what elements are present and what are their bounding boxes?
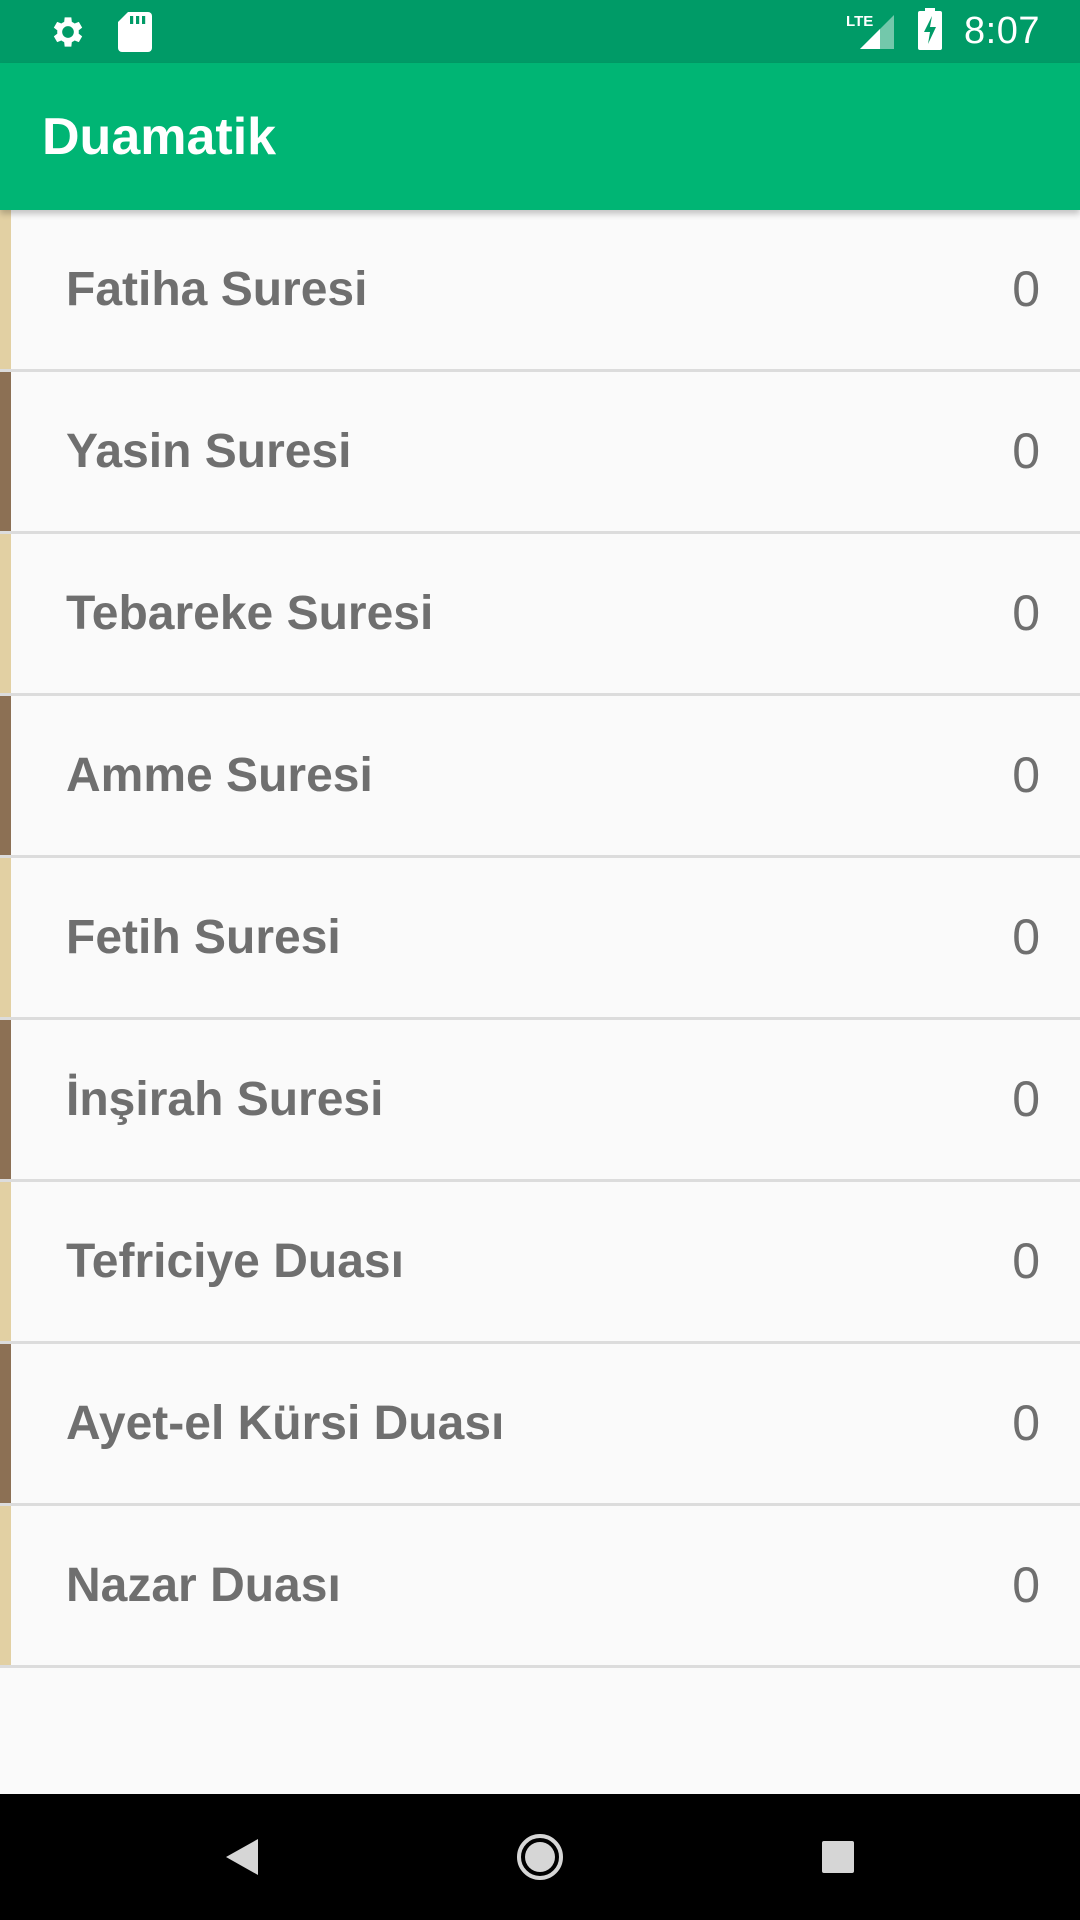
list-item-count: 0 [1012, 1071, 1040, 1127]
gear-icon [48, 12, 88, 57]
list-item-name: İnşirah Suresi [66, 1073, 384, 1126]
home-icon[interactable] [510, 1827, 570, 1887]
battery-charging-icon [918, 8, 943, 55]
prayer-list: Fatiha Suresi 0 Yasin Suresi 0 Tebareke … [0, 210, 1080, 1668]
status-bar: LTE 8:07 [0, 0, 1080, 63]
list-item-name: Tefriciye Duası [66, 1235, 404, 1288]
app-title: Duamatik [42, 108, 277, 166]
list-item-accent-stripe [0, 1506, 11, 1665]
list-item[interactable]: Tebareke Suresi 0 [0, 534, 1080, 696]
list-item-accent-stripe [0, 696, 11, 855]
list-item-accent-stripe [0, 1344, 11, 1503]
navigation-bar [0, 1794, 1080, 1920]
list-item-count: 0 [1012, 423, 1040, 479]
list-item[interactable]: Fatiha Suresi 0 [0, 210, 1080, 372]
list-item-count: 0 [1012, 585, 1040, 641]
list-item-accent-stripe [0, 1020, 11, 1179]
list-item-name: Tebareke Suresi [66, 587, 434, 640]
status-time: 8:07 [964, 10, 1040, 52]
list-item-name: Ayet-el Kürsi Duası [66, 1397, 505, 1450]
list-item-count: 0 [1012, 1395, 1040, 1451]
status-left-icons [48, 12, 152, 57]
list-item-name: Fatiha Suresi [66, 263, 368, 316]
list-item[interactable]: İnşirah Suresi 0 [0, 1020, 1080, 1182]
list-item-accent-stripe [0, 1182, 11, 1341]
list-item[interactable]: Amme Suresi 0 [0, 696, 1080, 858]
list-item-accent-stripe [0, 372, 11, 531]
list-item-count: 0 [1012, 747, 1040, 803]
list-item-name: Fetih Suresi [66, 911, 341, 964]
list-item-count: 0 [1012, 1233, 1040, 1289]
status-right-icons: LTE 8:07 [846, 0, 1040, 63]
list-item[interactable]: Nazar Duası 0 [0, 1506, 1080, 1668]
list-item-name: Nazar Duası [66, 1559, 341, 1612]
list-item-count: 0 [1012, 1557, 1040, 1613]
list-item-name: Yasin Suresi [66, 425, 352, 478]
network-type-label: LTE [846, 12, 874, 30]
list-item[interactable]: Yasin Suresi 0 [0, 372, 1080, 534]
list-item-name: Amme Suresi [66, 749, 373, 802]
list-item[interactable]: Ayet-el Kürsi Duası 0 [0, 1344, 1080, 1506]
list-item[interactable]: Tefriciye Duası 0 [0, 1182, 1080, 1344]
lte-signal-icon: LTE [846, 11, 896, 53]
list-item-count: 0 [1012, 909, 1040, 965]
list-item[interactable]: Fetih Suresi 0 [0, 858, 1080, 1020]
app-bar: Duamatik [0, 63, 1080, 210]
list-item-accent-stripe [0, 534, 11, 693]
list-item-accent-stripe [0, 858, 11, 1017]
list-item-count: 0 [1012, 261, 1040, 317]
list-item-accent-stripe [0, 210, 11, 369]
sd-card-icon [118, 12, 152, 57]
recents-icon[interactable] [808, 1827, 868, 1887]
back-icon[interactable] [212, 1827, 272, 1887]
